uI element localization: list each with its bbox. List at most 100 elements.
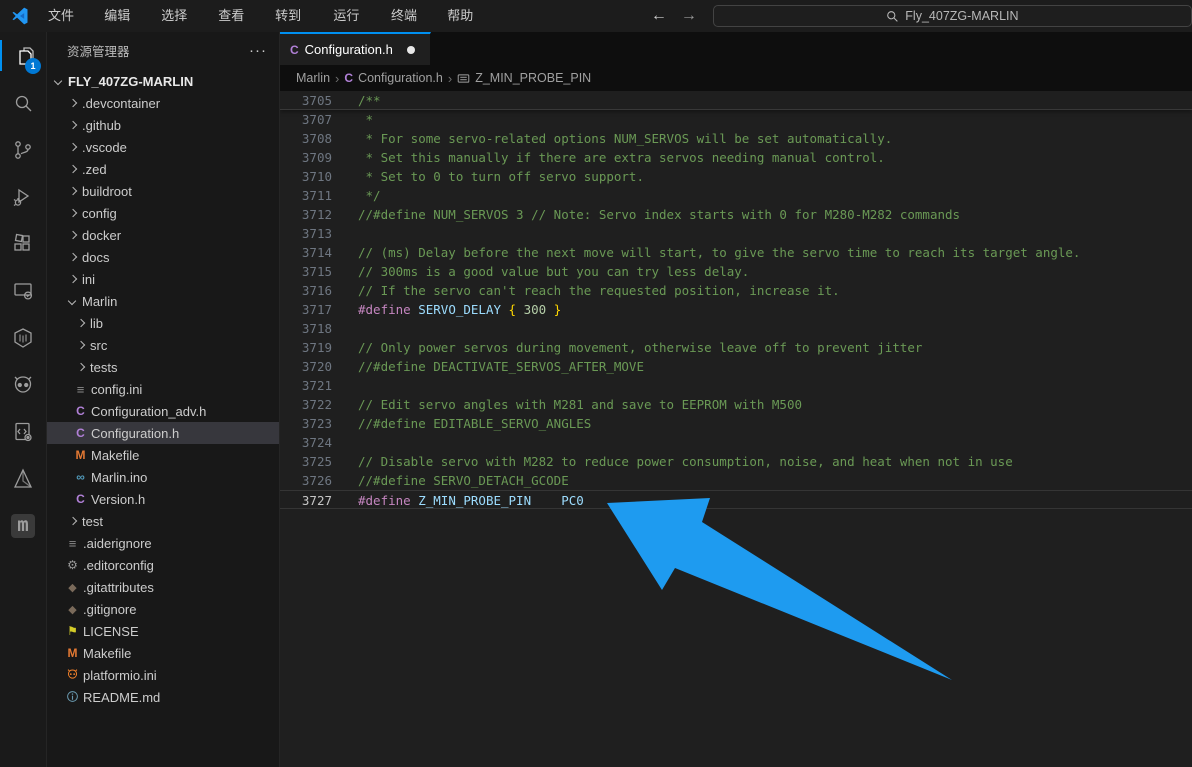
menu-item[interactable]: 转到(G) [266,0,324,32]
tree-file-configuration-h[interactable]: CConfiguration.h [47,422,279,444]
menu-item[interactable]: 帮助(H) [438,0,496,32]
m-icon: m [11,514,35,538]
code-line-3722: 3722// Edit servo angles with M281 and s… [280,395,1192,414]
code-line-3726: 3726//#define SERVO_DETACH_GCODE [280,471,1192,490]
activity-remote-explorer[interactable] [0,267,46,314]
menu-item[interactable]: 文件(F) [39,0,95,32]
menu-item[interactable]: 运行(R) [324,0,382,32]
tree-folder--vscode[interactable]: .vscode [47,136,279,158]
activity-extensions[interactable] [0,220,46,267]
tree-file-license[interactable]: ⚑LICENSE [47,620,279,642]
tree-file-marlin-ino[interactable]: ∞Marlin.ino [47,466,279,488]
menu-item[interactable]: 选择(S) [152,0,209,32]
chevron-right-icon [65,96,80,111]
tree-folder--devcontainer[interactable]: .devcontainer [47,92,279,114]
tree-file-platformio-ini[interactable]: platformio.ini [47,664,279,686]
tab-configuration-h[interactable]: C Configuration.h [280,32,431,65]
tree-item-label: Version.h [91,492,145,507]
activity-source-control[interactable] [0,126,46,173]
tree-folder-ini[interactable]: ini [47,268,279,290]
breadcrumb-item[interactable]: Z_MIN_PROBE_PIN [457,71,591,85]
line-number: 3724 [280,433,332,452]
code-line-3717: 3717#define SERVO_DELAY { 300 } [280,300,1192,319]
activity-run-and-debug[interactable] [0,173,46,220]
tree-file-version-h[interactable]: CVersion.h [47,488,279,510]
tree-file-config-ini[interactable]: ≡config.ini [47,378,279,400]
tree-item-label: .zed [82,162,107,177]
tree-folder-docker[interactable]: docker [47,224,279,246]
tree-item-label: config [82,206,117,221]
tree-folder-marlin[interactable]: Marlin [47,290,279,312]
code-line-3727: 3727#define Z_MIN_PROBE_PIN PC0 [280,490,1192,509]
nav-back-button[interactable]: ← [651,7,667,25]
code-line-3712: 3712//#define NUM_SERVOS 3 // Note: Serv… [280,205,1192,224]
cmake-icon [11,467,35,491]
menu-item[interactable]: 查看(V) [209,0,266,32]
tree-folder-lib[interactable]: lib [47,312,279,334]
tree-file-makefile[interactable]: MMakefile [47,642,279,664]
command-center-search[interactable]: Fly_407ZG-MARLIN [713,5,1192,27]
tree-item-label: buildroot [82,184,132,199]
m-icon: M [73,448,88,462]
tree-file--editorconfig[interactable]: ⚙.editorconfig [47,554,279,576]
git-icon: ◆ [65,581,80,594]
tree-folder-docs[interactable]: docs [47,246,279,268]
tree-folder-buildroot[interactable]: buildroot [47,180,279,202]
c-file-icon: C [290,43,299,57]
code-line-3713: 3713 [280,224,1192,243]
tree-file--gitignore[interactable]: ◆.gitignore [47,598,279,620]
tree-item-label: platformio.ini [83,668,157,683]
activity-platformio[interactable] [0,361,46,408]
search-value: Fly_407ZG-MARLIN [905,9,1018,23]
line-number: 3710 [280,167,332,186]
tree-folder--github[interactable]: .github [47,114,279,136]
tree-folder-test[interactable]: test [47,510,279,532]
activity-explorer[interactable]: 1 [0,32,46,79]
tab-bar: C Configuration.h [280,32,1192,65]
tree-file--aiderignore[interactable]: ≡.aiderignore [47,532,279,554]
code-line-3720: 3720//#define DEACTIVATE_SERVOS_AFTER_MO… [280,357,1192,376]
tree-folder-src[interactable]: src [47,334,279,356]
c-file-icon: C [344,71,353,85]
menu-item[interactable]: 编辑(E) [95,0,152,32]
c-icon: C [73,492,88,506]
breadcrumb-item[interactable]: CConfiguration.h [344,71,442,85]
more-actions-button[interactable]: ··· [249,42,267,59]
line-number: 3721 [280,376,332,395]
activity-containers[interactable] [0,314,46,361]
tree-item-label: .gitattributes [83,580,154,595]
file-tree: FLY_407ZG-MARLIN.devcontainer .github .vsc… [47,70,279,708]
code-line-3708: 3708 * For some servo-related options NU… [280,129,1192,148]
tree-file-makefile[interactable]: MMakefile [47,444,279,466]
activity-marlin-extension[interactable]: m [0,502,46,549]
code-line-3725: 3725// Disable servo with M282 to reduce… [280,452,1192,471]
run-debug-icon [11,185,35,209]
menu-bar: 文件(F)编辑(E)选择(S)查看(V)转到(G)运行(R)终端(T)帮助(H) [39,0,496,32]
line-number: 3719 [280,338,332,357]
platformio-icon [11,373,35,397]
tree-item-label: .aiderignore [83,536,152,551]
tree-file-readme-md[interactable]: README.md [47,686,279,708]
nav-forward-button[interactable]: → [681,7,697,25]
line-number: 3720 [280,357,332,376]
code-editor[interactable]: 3705/**3707 *3708 * For some servo-relat… [280,91,1192,767]
tree-folder-fly_407zg-marlin[interactable]: FLY_407ZG-MARLIN [47,70,279,92]
line-number: 3723 [280,414,332,433]
tree-item-label: .github [82,118,121,133]
activity-search[interactable] [0,79,46,126]
line-number: 3727 [280,491,332,508]
activity-cmake[interactable] [0,455,46,502]
tree-item-label: docker [82,228,121,243]
tree-folder-config[interactable]: config [47,202,279,224]
line-number: 3705 [280,91,332,109]
explorer-sidebar: 资源管理器 ··· FLY_407ZG-MARLIN.devcontainer.… [47,32,280,767]
activity-code-settings[interactable] [0,408,46,455]
breadcrumb-item[interactable]: Marlin [296,71,330,85]
menu-item[interactable]: 终端(T) [382,0,438,32]
tree-file--gitattributes[interactable]: ◆.gitattributes [47,576,279,598]
tree-folder-tests[interactable]: tests [47,356,279,378]
source-control-icon [11,138,35,162]
search-icon [886,10,899,23]
tree-file-configuration_adv-h[interactable]: CConfiguration_adv.h [47,400,279,422]
tree-folder--zed[interactable]: .zed [47,158,279,180]
